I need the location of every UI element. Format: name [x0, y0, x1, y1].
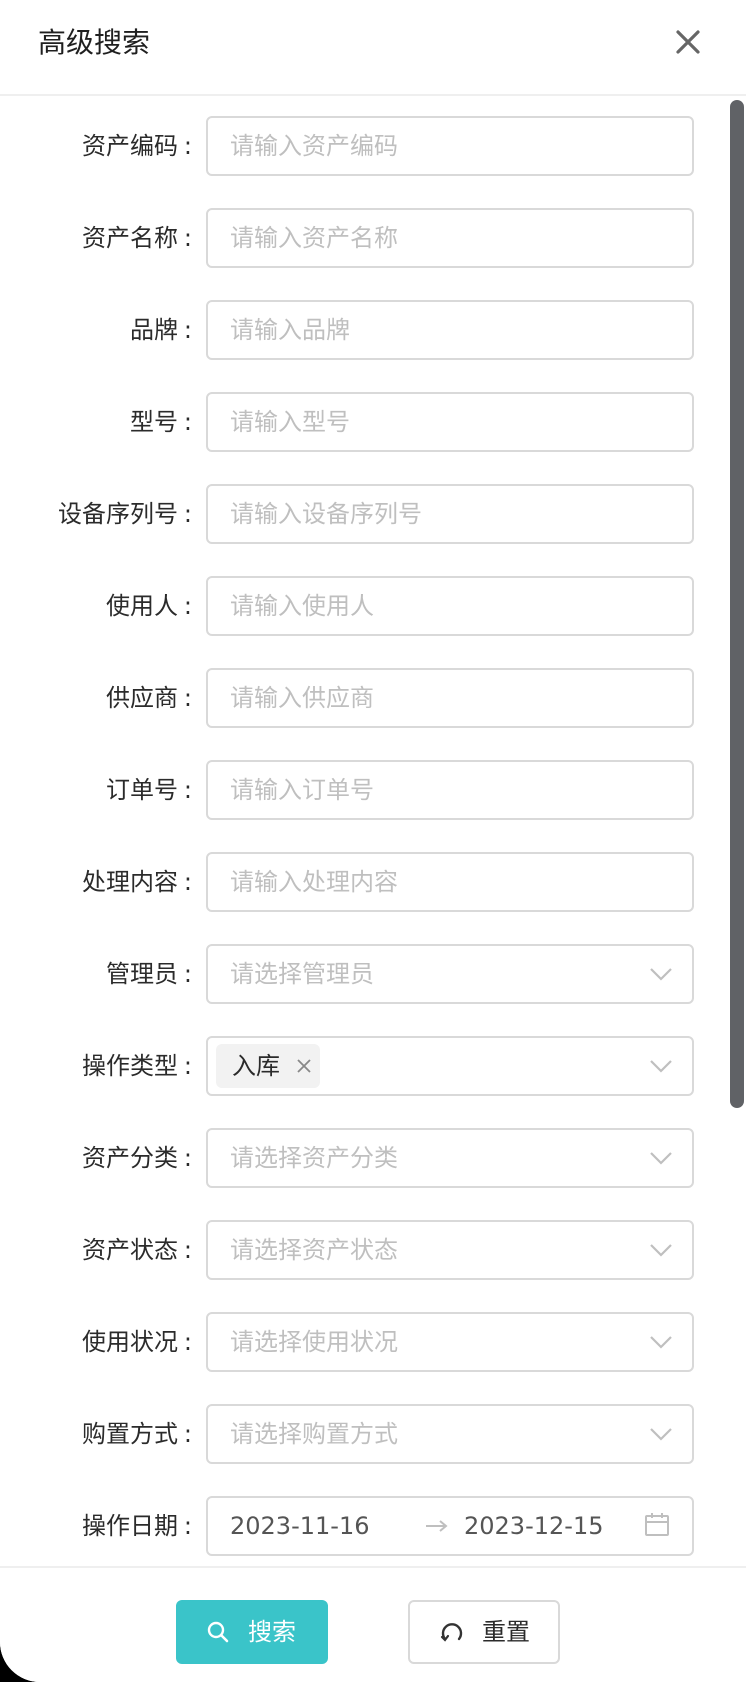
- advanced-search-drawer: 高级搜索 资产编码: 资产名称: 品牌:: [0, 0, 746, 1682]
- close-button[interactable]: [668, 22, 708, 62]
- user-field[interactable]: [206, 576, 694, 636]
- user-label: 使用人:: [106, 592, 192, 620]
- form-row-asset-status: 资产状态: 请选择资产状态: [0, 1218, 728, 1282]
- model-input[interactable]: [208, 394, 692, 450]
- usage-condition-placeholder: 请选择使用状况: [230, 1328, 398, 1356]
- usage-condition-select[interactable]: 请选择使用状况: [206, 1312, 694, 1372]
- selected-tag: 入库: [216, 1044, 320, 1088]
- processing-content-field[interactable]: [206, 852, 694, 912]
- reset-button-label: 重置: [482, 1618, 530, 1646]
- chevron-down-icon: [650, 1336, 672, 1349]
- search-button-label: 搜索: [248, 1618, 296, 1646]
- model-field[interactable]: [206, 392, 694, 452]
- user-input[interactable]: [208, 578, 692, 634]
- serial-number-field[interactable]: [206, 484, 694, 544]
- purchase-method-select[interactable]: 请选择购置方式: [206, 1404, 694, 1464]
- form-row-asset-code: 资产编码:: [0, 114, 728, 178]
- administrator-select[interactable]: 请选择管理员: [206, 944, 694, 1004]
- search-button[interactable]: 搜索: [176, 1600, 328, 1664]
- supplier-input[interactable]: [208, 670, 692, 726]
- serial-number-input[interactable]: [208, 486, 692, 542]
- processing-content-label: 处理内容:: [82, 868, 192, 896]
- search-icon: [207, 1621, 229, 1643]
- supplier-field[interactable]: [206, 668, 694, 728]
- supplier-label: 供应商:: [106, 684, 192, 712]
- drawer-title: 高级搜索: [38, 26, 151, 59]
- drawer-body[interactable]: 资产编码: 资产名称: 品牌: 型号:: [0, 96, 746, 1566]
- brand-input[interactable]: [208, 302, 692, 358]
- processing-content-input[interactable]: [208, 854, 692, 910]
- model-label: 型号:: [130, 408, 192, 436]
- operation-date-range[interactable]: 2023-11-16 2023-12-15: [206, 1496, 694, 1556]
- order-number-label: 订单号:: [106, 776, 192, 804]
- asset-name-input[interactable]: [208, 210, 692, 266]
- form-row-operation-type: 操作类型: 入库: [0, 1034, 728, 1098]
- purchase-method-placeholder: 请选择购置方式: [230, 1420, 398, 1448]
- operation-type-select[interactable]: 入库: [206, 1036, 694, 1096]
- asset-status-label: 资产状态:: [82, 1236, 192, 1264]
- asset-status-placeholder: 请选择资产状态: [230, 1236, 398, 1264]
- purchase-method-label: 购置方式:: [82, 1420, 192, 1448]
- operation-type-label: 操作类型:: [82, 1052, 192, 1080]
- asset-category-placeholder: 请选择资产分类: [230, 1144, 398, 1172]
- chevron-down-icon: [650, 1428, 672, 1441]
- form-row-asset-name: 资产名称:: [0, 206, 728, 270]
- administrator-label: 管理员:: [106, 960, 192, 988]
- asset-name-field[interactable]: [206, 208, 694, 268]
- scrollbar-thumb[interactable]: [730, 100, 744, 1108]
- calendar-icon: [645, 1513, 669, 1536]
- form-row-model: 型号:: [0, 390, 728, 454]
- form-row-operation-date: 操作日期: 2023-11-16 2023-12-15: [0, 1494, 728, 1558]
- form-row-usage-condition: 使用状况: 请选择使用状况: [0, 1310, 728, 1374]
- operation-date-label: 操作日期:: [82, 1512, 192, 1540]
- serial-number-label: 设备序列号:: [58, 500, 192, 528]
- chevron-down-icon: [650, 1244, 672, 1257]
- date-range-start[interactable]: 2023-11-16: [230, 1498, 369, 1554]
- asset-code-input[interactable]: [208, 118, 692, 174]
- selected-tag-label: 入库: [232, 1052, 280, 1080]
- form-row-serial-number: 设备序列号:: [0, 482, 728, 546]
- form-row-processing-content: 处理内容:: [0, 850, 728, 914]
- form-row-supplier: 供应商:: [0, 666, 728, 730]
- drawer-header: 高级搜索: [0, 0, 746, 96]
- drawer-footer: 搜索 重置: [0, 1566, 746, 1682]
- date-range-end[interactable]: 2023-12-15: [464, 1498, 603, 1554]
- form-row-order-number: 订单号:: [0, 758, 728, 822]
- asset-code-label: 资产编码:: [82, 132, 192, 160]
- chevron-down-icon: [650, 1152, 672, 1165]
- administrator-placeholder: 请选择管理员: [230, 960, 374, 988]
- asset-status-select[interactable]: 请选择资产状态: [206, 1220, 694, 1280]
- asset-name-label: 资产名称:: [82, 224, 192, 252]
- brand-field[interactable]: [206, 300, 694, 360]
- tag-close-icon[interactable]: [294, 1056, 314, 1076]
- brand-label: 品牌:: [130, 316, 192, 344]
- form-row-asset-category: 资产分类: 请选择资产分类: [0, 1126, 728, 1190]
- order-number-input[interactable]: [208, 762, 692, 818]
- close-icon: [676, 30, 700, 54]
- usage-condition-label: 使用状况:: [82, 1328, 192, 1356]
- asset-category-label: 资产分类:: [82, 1144, 192, 1172]
- form-row-purchase-method: 购置方式: 请选择购置方式: [0, 1402, 728, 1466]
- asset-category-select[interactable]: 请选择资产分类: [206, 1128, 694, 1188]
- form-row-user: 使用人:: [0, 574, 728, 638]
- arrow-right-icon: [426, 1520, 448, 1532]
- chevron-down-icon: [650, 968, 672, 981]
- order-number-field[interactable]: [206, 760, 694, 820]
- form-row-administrator: 管理员: 请选择管理员: [0, 942, 728, 1006]
- chevron-down-icon: [650, 1060, 672, 1073]
- form-row-brand: 品牌:: [0, 298, 728, 362]
- reset-icon: [440, 1623, 463, 1642]
- reset-button[interactable]: 重置: [408, 1600, 560, 1664]
- asset-code-field[interactable]: [206, 116, 694, 176]
